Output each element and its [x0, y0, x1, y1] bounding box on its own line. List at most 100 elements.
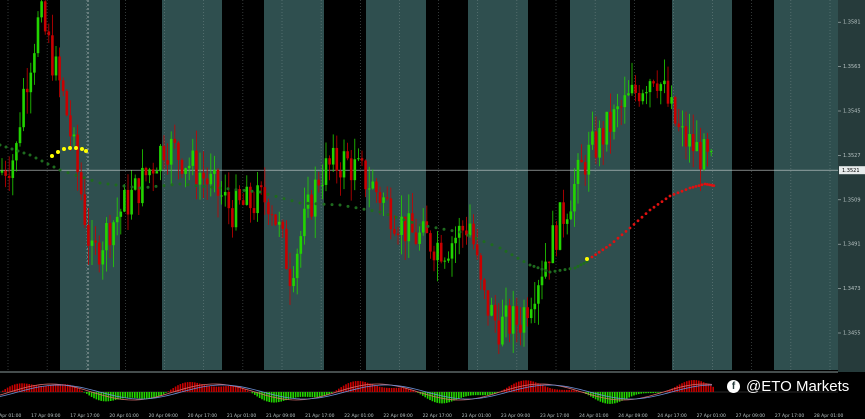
oscillator-bar	[57, 384, 59, 392]
bear-candle	[472, 223, 475, 245]
ma-point	[330, 203, 334, 207]
ma-point	[66, 171, 70, 175]
oscillator-bar	[333, 391, 335, 393]
time-tick-label: 21 Apr 01:00	[227, 413, 256, 419]
bear-candle	[241, 200, 245, 205]
ma-point	[450, 229, 454, 233]
oscillator-bar	[604, 392, 606, 404]
session-stripe	[570, 0, 630, 370]
oscillator-bar	[124, 392, 126, 399]
oscillator-bar	[287, 392, 290, 400]
oscillator-bar	[172, 388, 174, 392]
oscillator-bar	[143, 392, 146, 399]
bull-candle	[695, 142, 699, 152]
bull-candle	[303, 208, 306, 237]
ma-point	[553, 269, 557, 273]
oscillator-bar	[227, 385, 230, 392]
oscillator-bar	[556, 389, 558, 392]
bear-candle	[65, 91, 69, 116]
oscillator-bar	[616, 392, 618, 403]
ma-point	[458, 230, 462, 234]
time-tick-label: 24 Apr 01:00	[579, 413, 608, 419]
oscillator-bar	[275, 392, 278, 403]
oscillator-bar	[479, 392, 482, 396]
bear-candle	[69, 115, 72, 137]
bull-candle	[72, 134, 76, 137]
bear-candle	[267, 202, 270, 215]
signal-down-point	[652, 205, 656, 209]
oscillator-bar	[525, 380, 527, 392]
oscillator-bar	[690, 380, 693, 392]
bear-candle	[281, 221, 285, 229]
oscillator-bar	[657, 392, 659, 393]
oscillator-bar	[633, 392, 635, 396]
price-chart[interactable]: 1.3581 1.3563 1.3545 1.3527 1.3509 1.3491 1.34…	[0, 0, 865, 419]
bear-candle	[151, 169, 155, 174]
bull-candle	[551, 225, 555, 264]
oscillator-bar	[647, 392, 650, 394]
bear-candle	[389, 198, 393, 230]
bear-candle	[137, 178, 141, 204]
oscillator-bar	[462, 392, 465, 398]
oscillator-bar	[628, 392, 630, 398]
bull-candle	[598, 128, 601, 158]
oscillator-bar	[395, 387, 398, 392]
price-tick-label: 1.3455	[843, 331, 861, 337]
time-tick-label: 17 Apr 09:00	[31, 413, 60, 419]
bear-candle	[108, 222, 112, 246]
bear-candle	[619, 106, 623, 108]
ma-point	[536, 266, 540, 270]
bull-candle	[623, 95, 627, 108]
session-stripe	[60, 0, 120, 370]
bear-candle	[699, 142, 702, 170]
ma-point	[22, 151, 26, 155]
ma-point	[90, 178, 94, 182]
oscillator-bar	[88, 392, 90, 396]
bear-candle	[637, 92, 641, 102]
oscillator-bar	[194, 382, 196, 392]
bear-candle	[515, 306, 519, 325]
bull-candle	[645, 92, 648, 94]
bear-candle	[227, 191, 231, 209]
bear-candle	[364, 160, 367, 190]
ma-point	[532, 264, 536, 268]
oscillator-bar	[146, 392, 148, 400]
bull-candle	[18, 127, 22, 144]
session-stripe	[774, 0, 838, 370]
bull-candle	[141, 167, 144, 204]
ma-point	[540, 267, 544, 271]
bull-candle	[663, 80, 666, 85]
oscillator-bar	[542, 385, 544, 392]
ma-point	[378, 210, 382, 214]
oscillator-bar	[482, 392, 484, 396]
bear-candle	[486, 290, 490, 316]
bear-candle	[378, 192, 382, 203]
oscillator-bar	[167, 391, 170, 392]
signal-up-point	[62, 147, 66, 151]
bull-candle	[501, 316, 504, 345]
oscillator-bar	[6, 387, 9, 392]
oscillator-bar	[218, 386, 220, 392]
ma-point	[498, 246, 502, 250]
oscillator-bar	[561, 389, 563, 392]
oscillator-bar	[98, 392, 100, 401]
ma-point	[274, 194, 278, 198]
oscillator-bar	[230, 385, 232, 392]
oscillator-bar	[196, 382, 198, 392]
ma-point	[410, 220, 414, 224]
oscillator-bar	[45, 385, 47, 392]
ma-point	[370, 209, 374, 213]
time-tick-label: 17 Apr 01:00	[0, 413, 21, 419]
ma-point	[558, 268, 562, 272]
bear-candle	[583, 162, 587, 175]
bull-candle	[187, 165, 191, 169]
bull-candle	[443, 260, 447, 262]
bear-candle	[335, 147, 339, 171]
oscillator-bar	[162, 392, 165, 395]
oscillator-bar	[138, 392, 141, 399]
bull-candle	[299, 236, 303, 254]
oscillator-bar	[453, 392, 455, 401]
bull-candle	[447, 258, 450, 261]
ma-point	[579, 263, 583, 267]
signal-down-point	[608, 243, 612, 247]
